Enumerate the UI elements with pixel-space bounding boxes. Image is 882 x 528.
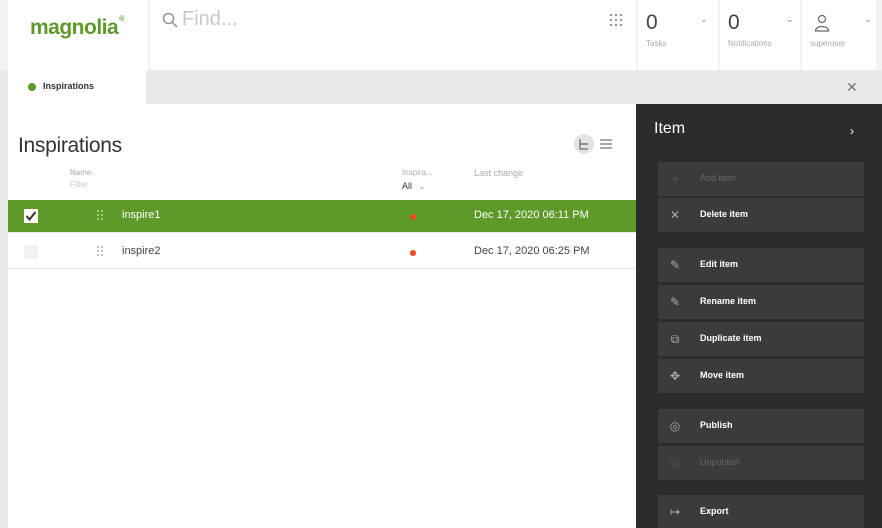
action-edit-item[interactable]: ✎ Edit item: [658, 248, 864, 282]
tasks-count: 0: [646, 11, 658, 34]
tab-label: Inspirations: [43, 81, 95, 91]
app-status-icon: [28, 83, 36, 91]
duplicate-icon: ⧉: [670, 332, 680, 346]
move-icon: ✥: [669, 369, 681, 383]
row-divider: [8, 268, 636, 269]
column-header-inspira[interactable]: Inspira...: [402, 168, 433, 177]
chevron-right-icon[interactable]: ›: [850, 124, 854, 138]
chevron-down-icon[interactable]: ⌄: [700, 14, 708, 25]
name-filter-input[interactable]: Filter: [70, 180, 88, 189]
row-date: Dec 17, 2020 06:25 PM: [474, 245, 590, 257]
tree-view-icon[interactable]: [574, 134, 594, 154]
notifications-indicator[interactable]: 0 Notifications ⌄: [720, 0, 800, 70]
row-date: Dec 17, 2020 06:11 PM: [474, 209, 589, 221]
search-input[interactable]: [182, 6, 542, 32]
user-icon: [814, 14, 830, 32]
export-icon: ↦: [669, 505, 681, 519]
user-menu[interactable]: superuser ⌄: [802, 0, 876, 70]
notifications-count: 0: [728, 11, 740, 34]
column-header-name[interactable]: Name: [70, 168, 91, 177]
action-publish[interactable]: ◎ Publish: [658, 409, 864, 443]
action-unpublish[interactable]: ◎ Unpublish: [658, 446, 864, 480]
page-title: Inspirations: [18, 134, 122, 157]
app-launcher-icon[interactable]: [608, 12, 624, 28]
chevron-down-icon[interactable]: ⌄: [786, 14, 794, 25]
tab-bar: Inspirations ✕: [0, 70, 882, 104]
logo-area[interactable]: magnolia®: [8, 0, 148, 70]
action-duplicate-item[interactable]: ⧉ Duplicate item: [658, 322, 864, 356]
action-add-item[interactable]: + Add item: [658, 162, 864, 196]
checkbox-unchecked-icon[interactable]: [24, 245, 38, 259]
pencil-icon: ✎: [669, 258, 681, 272]
action-export[interactable]: ↦ Export: [658, 495, 864, 528]
close-icon[interactable]: ✕: [846, 79, 858, 96]
unpublish-icon: ◎: [669, 456, 681, 470]
row-name: inspire2: [122, 245, 161, 257]
row-divider: [8, 232, 636, 233]
checkbox-checked-icon[interactable]: [24, 209, 38, 223]
top-bar: magnolia® 0 Tasks ⌄ 0 Notifications ⌄ su…: [0, 0, 882, 70]
close-icon: ✕: [669, 208, 681, 222]
pencil-icon: ✎: [669, 295, 681, 309]
search-area: [150, 0, 636, 70]
action-delete-item[interactable]: ✕ Delete item: [658, 198, 864, 232]
chevron-down-icon[interactable]: ⌄: [864, 14, 872, 25]
status-dot-icon: [410, 214, 416, 220]
drag-handle-icon[interactable]: [96, 209, 104, 221]
user-label: superuser: [810, 39, 846, 48]
notifications-label: Notifications: [728, 39, 772, 48]
action-rename-item[interactable]: ✎ Rename item: [658, 285, 864, 319]
action-panel: Item › + Add item ✕ Delete item ✎ Edit i…: [636, 104, 882, 528]
status-dot-icon: [410, 250, 416, 256]
list-view-icon[interactable]: [600, 138, 612, 150]
inspira-filter-select[interactable]: All ⌄: [402, 181, 425, 191]
publish-icon: ◎: [669, 419, 681, 433]
table-row[interactable]: inspire2 Dec 17, 2020 06:25 PM: [8, 236, 636, 268]
content-area: Inspirations Name Filter Inspira... All …: [8, 104, 636, 528]
drag-handle-icon[interactable]: [96, 245, 104, 257]
magnolia-logo[interactable]: magnolia®: [30, 16, 124, 40]
table-row[interactable]: inspire1 Dec 17, 2020 06:11 PM: [8, 200, 636, 232]
tab-inspirations[interactable]: Inspirations: [8, 70, 146, 104]
row-name: inspire1: [122, 209, 161, 221]
chevron-down-icon: ⌄: [418, 182, 426, 191]
tasks-label: Tasks: [646, 39, 667, 48]
search-icon[interactable]: [162, 12, 178, 28]
tasks-indicator[interactable]: 0 Tasks ⌄: [638, 0, 718, 70]
action-move-item[interactable]: ✥ Move item: [658, 359, 864, 393]
plus-icon: +: [671, 172, 679, 186]
panel-title: Item: [654, 120, 686, 137]
column-header-last-change[interactable]: Last change: [474, 168, 523, 178]
